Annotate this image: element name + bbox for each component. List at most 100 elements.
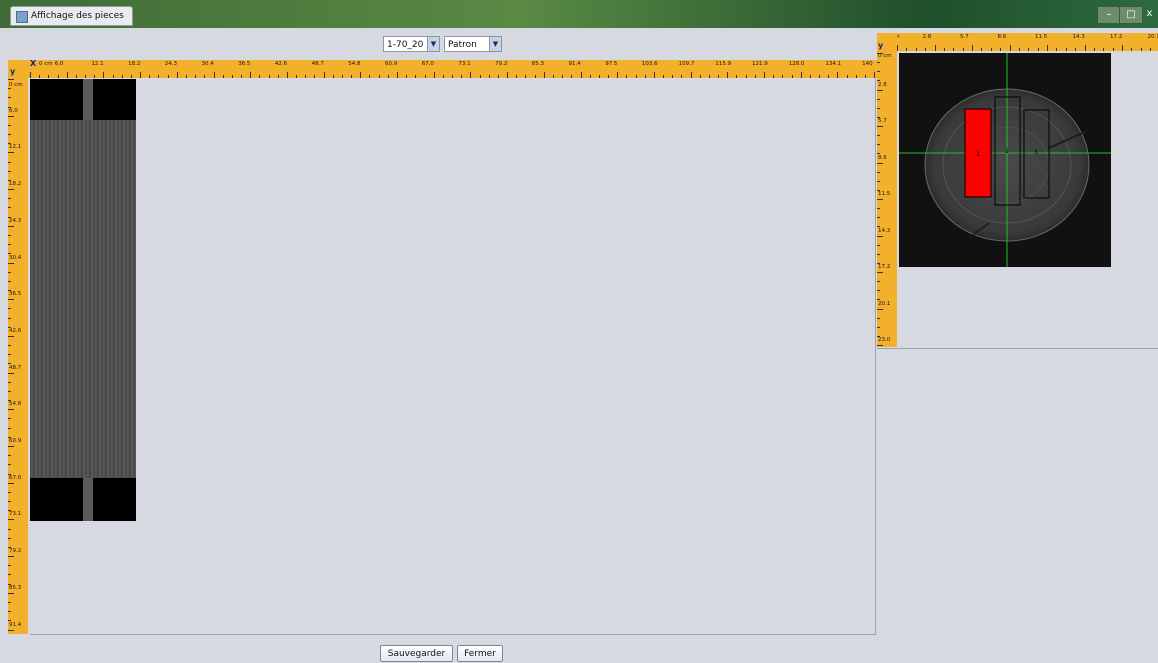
ruler-major-tick [764, 72, 765, 78]
ruler-minor-tick [168, 75, 169, 78]
piece-3-label: 3 [1034, 149, 1038, 156]
ruler-minor-tick [877, 144, 880, 145]
ruler-minor-tick [269, 75, 270, 78]
ruler-major-tick [581, 72, 582, 78]
ruler-major-tick [874, 72, 875, 78]
log-select[interactable]: 1-70_20 ▼ [383, 36, 440, 52]
ruler-major-tick [434, 72, 435, 78]
ruler-major-tick [8, 483, 14, 484]
x-tick-label: 2.8 [923, 34, 932, 40]
ruler-minor-tick [241, 75, 242, 78]
y-tick-label: 73.1 [9, 511, 21, 517]
ruler-minor-tick [278, 75, 279, 78]
y-unit-label: 0 cm [9, 82, 23, 88]
ruler-major-tick [8, 556, 14, 557]
log-select-value: 1-70_20 [387, 40, 423, 50]
ruler-minor-tick [58, 75, 59, 78]
ruler-minor-tick [877, 327, 880, 328]
ruler-minor-tick [8, 88, 11, 89]
ruler-minor-tick [877, 108, 880, 109]
ruler-minor-tick [608, 75, 609, 78]
ruler-major-tick [324, 72, 325, 78]
ruler-major-tick [877, 163, 883, 164]
maximize-button[interactable]: □ [1119, 6, 1143, 24]
ruler-minor-tick [773, 75, 774, 78]
ruler-minor-tick [8, 529, 11, 530]
chevron-down-icon[interactable]: ▼ [489, 37, 501, 51]
main-y-ruler: y 0 cm 6.012.118.224.330.436.542.648.754… [8, 60, 28, 634]
save-button[interactable]: Sauvegarder [380, 645, 453, 662]
cross-section-image[interactable]: 1 2 3 [899, 53, 1111, 267]
ruler-minor-tick [906, 48, 907, 51]
ruler-minor-tick [553, 75, 554, 78]
close-window-button[interactable]: x [1141, 6, 1158, 22]
ruler-minor-tick [223, 75, 224, 78]
x-tick-label: 30.4 [202, 61, 214, 67]
ruler-minor-tick [953, 48, 954, 51]
y-tick-label: 42.6 [9, 328, 21, 334]
ruler-minor-tick [782, 75, 783, 78]
ruler-minor-tick [333, 75, 334, 78]
y-tick-label: 91.4 [9, 622, 21, 628]
ruler-minor-tick [425, 75, 426, 78]
close-button[interactable]: Fermer [457, 645, 503, 662]
ruler-minor-tick [877, 62, 880, 63]
ruler-major-tick [1122, 45, 1123, 51]
ruler-major-tick [177, 72, 178, 78]
ruler-minor-tick [113, 75, 114, 78]
ruler-major-tick [470, 72, 471, 78]
ruler-minor-tick [916, 48, 917, 51]
mode-select-value: Patron [448, 40, 477, 50]
x-tick-label: 60.9 [385, 61, 397, 67]
x-tick-label: 12.1 [91, 61, 103, 67]
ruler-minor-tick [296, 75, 297, 78]
minimize-button[interactable]: – [1097, 6, 1121, 24]
ruler-major-tick [8, 630, 14, 631]
ruler-minor-tick [8, 565, 11, 566]
x-tick-label: 6.0 [55, 61, 64, 67]
ruler-minor-tick [877, 217, 880, 218]
y-tick-label: 67.0 [9, 475, 21, 481]
ruler-minor-tick [122, 75, 123, 78]
x-tick-label: 115.9 [715, 61, 731, 67]
ruler-minor-tick [149, 75, 150, 78]
ruler-minor-tick [158, 75, 159, 78]
ruler-minor-tick [351, 75, 352, 78]
board-image [30, 79, 136, 521]
ruler-minor-tick [8, 308, 11, 309]
ruler-major-tick [617, 72, 618, 78]
ruler-major-tick [877, 236, 883, 237]
ruler-major-tick [287, 72, 288, 78]
ruler-major-tick [877, 345, 883, 346]
y-tick-label: 23.0 [878, 337, 890, 343]
x-axis-label: X [30, 59, 36, 68]
ruler-major-tick [972, 45, 973, 51]
y-tick-label: 85.3 [9, 585, 21, 591]
ruler-minor-tick [1056, 48, 1057, 51]
ruler-major-tick [8, 116, 14, 117]
mode-select[interactable]: Patron ▼ [444, 36, 502, 52]
ruler-major-tick [397, 72, 398, 78]
ruler-minor-tick [877, 254, 880, 255]
x-tick-label: 42.6 [275, 61, 287, 67]
ruler-major-tick [103, 72, 104, 78]
ruler-minor-tick [8, 492, 11, 493]
app-icon [16, 11, 28, 23]
ruler-minor-tick [991, 48, 992, 51]
x-tick-label: 121.9 [752, 61, 768, 67]
x-tick-label: 36.5 [238, 61, 250, 67]
x-tick-label: 17.2 [1110, 34, 1122, 40]
y-tick-label: 24.3 [9, 218, 21, 224]
main-canvas[interactable] [30, 79, 876, 635]
ruler-minor-tick [847, 75, 848, 78]
y-tick-label: 18.2 [9, 181, 21, 187]
x-tick-label: 14.3 [1073, 34, 1085, 40]
ruler-minor-tick [8, 501, 11, 502]
x-tick-label: 8.6 [998, 34, 1007, 40]
y-tick-label: 12.1 [9, 144, 21, 150]
ruler-minor-tick [85, 75, 86, 78]
ruler-minor-tick [925, 48, 926, 51]
ruler-minor-tick [877, 71, 880, 72]
chevron-down-icon[interactable]: ▼ [427, 37, 439, 51]
ruler-major-tick [877, 53, 883, 54]
